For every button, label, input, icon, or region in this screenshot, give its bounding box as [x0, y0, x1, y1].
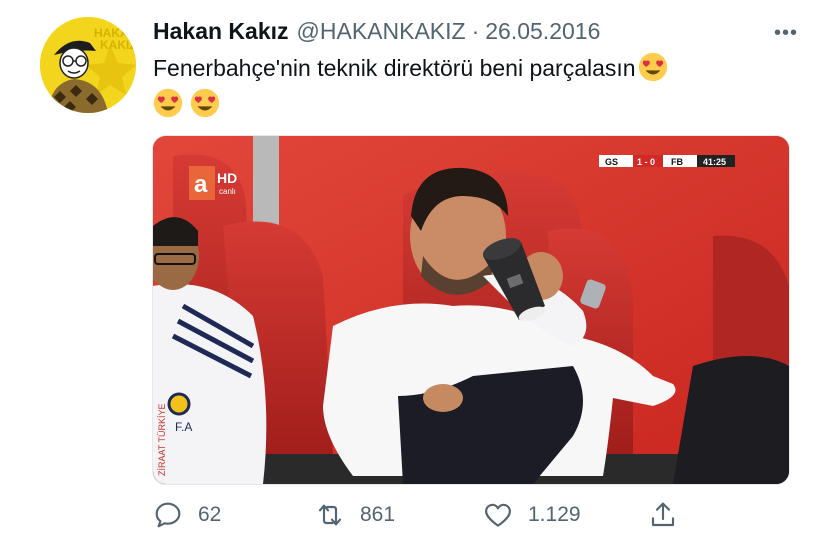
- tweet-header: Hakan Kakız @HAKANKAKIZ · 26.05.2016 •••: [153, 16, 808, 46]
- user-handle[interactable]: @HAKANKAKIZ: [297, 18, 466, 45]
- tweet-text: Fenerbahçe'nin teknik direktörü beni par…: [153, 50, 803, 122]
- scoreboard: GS 1 - 0 FB 41:25: [599, 155, 735, 167]
- heart-eyes-emoji-icon: [190, 88, 220, 118]
- more-options-icon[interactable]: •••: [774, 22, 798, 45]
- tweet-actions: 62 861 1.129: [152, 497, 692, 533]
- retweet-icon: [318, 504, 342, 526]
- avatar-text-line2: KAKIZ: [100, 38, 136, 52]
- channel-hd-badge: HD: [217, 170, 237, 186]
- retweet-count: 861: [360, 503, 396, 526]
- display-name[interactable]: Hakan Kakız: [153, 18, 289, 45]
- reply-icon: [155, 502, 181, 528]
- share-button[interactable]: [647, 497, 679, 533]
- tweet-date[interactable]: 26.05.2016: [485, 18, 600, 45]
- stadium-photo: F.A ZİRAAT TÜRKİYE a HD canlı GS 1 - 0 F…: [153, 136, 789, 484]
- channel-live-label: canlı: [219, 187, 236, 196]
- like-button[interactable]: 1.129: [482, 497, 581, 533]
- heart-eyes-emoji-icon: [153, 88, 183, 118]
- heart-eyes-emoji-icon: [638, 52, 667, 82]
- score-home: GS: [605, 157, 618, 167]
- retweet-button[interactable]: 861: [314, 497, 395, 533]
- tweet: HAKAN KAKIZ Hakan Kakız @HAKANKAKIZ · 26…: [0, 0, 828, 554]
- score-away: FB: [671, 157, 683, 167]
- reply-button[interactable]: 62: [152, 497, 221, 533]
- tweet-media-image[interactable]: F.A ZİRAAT TÜRKİYE a HD canlı GS 1 - 0 F…: [152, 135, 790, 485]
- heart-icon: [485, 503, 511, 527]
- like-count: 1.129: [528, 503, 581, 526]
- kit-text: F.A: [175, 420, 192, 434]
- tweet-text-body: Fenerbahçe'nin teknik direktörü beni par…: [153, 55, 636, 81]
- separator-dot: ·: [471, 17, 480, 44]
- banner-text: ZİRAAT TÜRKİYE: [157, 403, 167, 476]
- channel-logo-letter: a: [194, 171, 208, 198]
- avatar-image: HAKAN KAKIZ: [40, 17, 136, 113]
- share-icon: [651, 502, 675, 527]
- reply-count: 62: [198, 503, 222, 526]
- match-clock: 41:25: [703, 157, 726, 167]
- channel-logo: a HD canlı: [189, 166, 237, 200]
- score-value: 1 - 0: [637, 157, 655, 167]
- avatar[interactable]: HAKAN KAKIZ: [40, 17, 136, 113]
